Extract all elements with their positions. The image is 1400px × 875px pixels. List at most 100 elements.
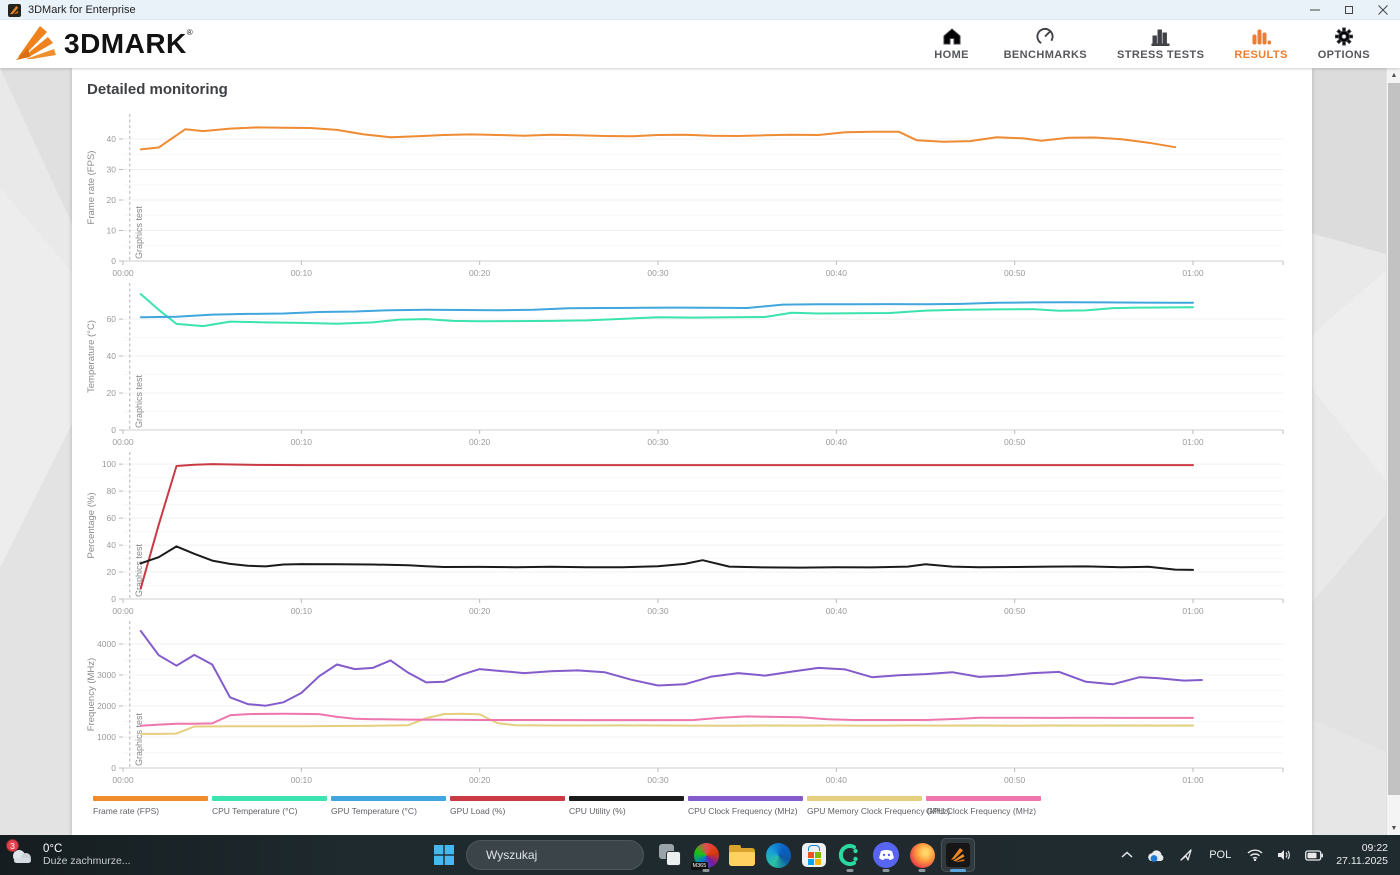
home-icon bbox=[942, 27, 962, 46]
legend-item: GPU Memory Clock Frequency (MHz) bbox=[807, 796, 926, 816]
vertical-scrollbar[interactable]: ▲ ▼ bbox=[1386, 68, 1400, 835]
nav-label: HOME bbox=[934, 49, 969, 61]
svg-text:01:00: 01:00 bbox=[1182, 606, 1204, 616]
tray-location[interactable] bbox=[1174, 837, 1198, 873]
scroll-down-arrow-icon[interactable]: ▼ bbox=[1387, 821, 1400, 835]
scroll-up-arrow-icon[interactable]: ▲ bbox=[1387, 68, 1400, 82]
legend-item: GPU Load (%) bbox=[450, 796, 569, 816]
taskbar-app-file-explorer[interactable] bbox=[724, 837, 760, 873]
running-indicator-active bbox=[950, 869, 966, 872]
weather-temp: 0°C bbox=[43, 843, 131, 855]
svg-text:100: 100 bbox=[102, 459, 116, 469]
nav-item-stress-tests[interactable]: STRESS TESTS bbox=[1117, 27, 1204, 61]
svg-text:Frame rate (FPS): Frame rate (FPS) bbox=[87, 151, 97, 225]
running-indicator bbox=[703, 869, 710, 872]
main-area: Detailed monitoring Graphics test00:0000… bbox=[0, 68, 1400, 835]
taskbar-app-discord[interactable] bbox=[868, 837, 904, 873]
nav-label: STRESS TESTS bbox=[1117, 49, 1204, 61]
legend-swatch bbox=[926, 796, 1041, 801]
nav-item-options[interactable]: OPTIONS bbox=[1318, 27, 1370, 61]
window-title: 3DMark for Enterprise bbox=[28, 4, 136, 16]
tray-battery[interactable] bbox=[1300, 837, 1328, 873]
taskbar-app-edge[interactable] bbox=[760, 837, 796, 873]
svg-text:00:40: 00:40 bbox=[826, 268, 848, 278]
3dmark-burst-icon bbox=[14, 24, 60, 64]
search-input[interactable] bbox=[486, 848, 641, 862]
svg-text:10: 10 bbox=[107, 226, 117, 236]
svg-text:00:40: 00:40 bbox=[826, 606, 848, 616]
svg-text:Graphics test: Graphics test bbox=[134, 543, 144, 597]
nav-label: RESULTS bbox=[1234, 49, 1287, 61]
svg-text:00:10: 00:10 bbox=[291, 775, 313, 785]
weather-widget[interactable]: 3 0°C Duże zachmurze... bbox=[8, 843, 131, 867]
svg-text:30: 30 bbox=[107, 165, 117, 175]
app-window-icon bbox=[8, 4, 21, 17]
green-app-icon bbox=[838, 843, 862, 867]
window-titlebar: 3DMark for Enterprise bbox=[0, 0, 1400, 20]
task-view-button[interactable] bbox=[652, 837, 688, 873]
nav-label: BENCHMARKS bbox=[1004, 49, 1087, 61]
notification-badge: 3 bbox=[6, 839, 19, 852]
temperature-chart: Graphics test00:0000:1000:2000:3000:4000… bbox=[87, 283, 1298, 452]
minimize-button[interactable] bbox=[1298, 0, 1332, 20]
svg-text:00:00: 00:00 bbox=[112, 437, 134, 447]
taskbar-app-firefox[interactable] bbox=[904, 837, 940, 873]
svg-text:00:50: 00:50 bbox=[1004, 437, 1026, 447]
legend-swatch bbox=[450, 796, 565, 801]
page-title: Detailed monitoring bbox=[87, 81, 1312, 98]
speaker-icon bbox=[1277, 849, 1291, 861]
bar-chart-icon bbox=[1151, 27, 1171, 46]
svg-text:1000: 1000 bbox=[97, 732, 116, 742]
legend-item: Frame rate (FPS) bbox=[93, 796, 212, 816]
nav-label: OPTIONS bbox=[1318, 49, 1370, 61]
legend-swatch bbox=[93, 796, 208, 801]
tray-volume[interactable] bbox=[1272, 837, 1296, 873]
language-indicator[interactable]: POL bbox=[1202, 837, 1238, 873]
frame-rate-chart: Graphics test00:0000:1000:2000:3000:4000… bbox=[87, 114, 1298, 283]
svg-text:00:50: 00:50 bbox=[1004, 606, 1026, 616]
search-box[interactable] bbox=[466, 840, 644, 870]
nav-item-results[interactable]: RESULTS bbox=[1234, 27, 1287, 61]
gauge-icon bbox=[1035, 27, 1055, 46]
scrollbar-thumb[interactable] bbox=[1388, 83, 1400, 795]
nav-item-benchmarks[interactable]: BENCHMARKS bbox=[1004, 27, 1087, 61]
nav-item-home[interactable]: HOME bbox=[930, 27, 974, 61]
svg-text:00:40: 00:40 bbox=[826, 437, 848, 447]
svg-text:00:30: 00:30 bbox=[647, 437, 669, 447]
gear-icon bbox=[1334, 27, 1354, 46]
svg-text:2000: 2000 bbox=[97, 701, 116, 711]
svg-text:60: 60 bbox=[107, 513, 117, 523]
svg-text:0: 0 bbox=[111, 425, 116, 435]
svg-text:Temperature (°C): Temperature (°C) bbox=[87, 320, 97, 393]
taskbar-app-green[interactable] bbox=[832, 837, 868, 873]
svg-text:0: 0 bbox=[111, 763, 116, 773]
taskbar-app-m365[interactable]: M365 bbox=[688, 837, 724, 873]
legend-swatch bbox=[331, 796, 446, 801]
tray-onedrive[interactable] bbox=[1142, 837, 1170, 873]
windows-taskbar: 3 0°C Duże zachmurze... M365 bbox=[0, 835, 1400, 875]
clock-widget[interactable]: 09:22 27.11.2025 bbox=[1332, 842, 1396, 868]
close-button[interactable] bbox=[1366, 0, 1400, 20]
taskbar-app-3dmark-active[interactable] bbox=[940, 837, 976, 873]
clock-date: 27.11.2025 bbox=[1336, 855, 1388, 868]
taskbar-app-microsoft-store[interactable] bbox=[796, 837, 832, 873]
svg-text:00:00: 00:00 bbox=[112, 606, 134, 616]
svg-text:0: 0 bbox=[111, 594, 116, 604]
legend-item: CPU Clock Frequency (MHz) bbox=[688, 796, 807, 816]
legend-item: GPU Clock Frequency (MHz) bbox=[926, 796, 1045, 816]
svg-text:00:50: 00:50 bbox=[1004, 775, 1026, 785]
start-button[interactable] bbox=[424, 837, 464, 873]
legend-item: CPU Utility (%) bbox=[569, 796, 688, 816]
svg-text:40: 40 bbox=[107, 540, 117, 550]
svg-text:00:50: 00:50 bbox=[1004, 268, 1026, 278]
svg-text:00:10: 00:10 bbox=[291, 268, 313, 278]
logo-text: 3DMARK bbox=[64, 24, 187, 64]
registered-mark: ® bbox=[187, 28, 193, 37]
tray-wifi[interactable] bbox=[1242, 837, 1268, 873]
tray-chevron-up[interactable] bbox=[1116, 837, 1138, 873]
maximize-button[interactable] bbox=[1332, 0, 1366, 20]
legend-swatch bbox=[212, 796, 327, 801]
svg-text:40: 40 bbox=[107, 134, 117, 144]
svg-text:00:00: 00:00 bbox=[112, 775, 134, 785]
svg-text:01:00: 01:00 bbox=[1182, 268, 1204, 278]
